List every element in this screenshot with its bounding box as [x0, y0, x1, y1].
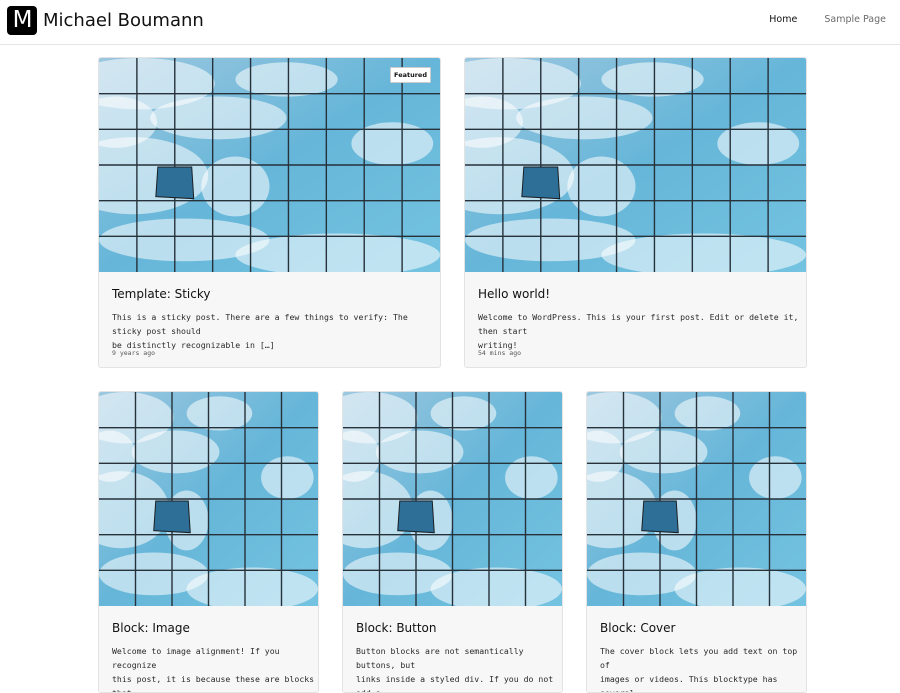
nav-item-home[interactable]: Home: [769, 14, 797, 25]
post-thumbnail[interactable]: [99, 392, 318, 606]
excerpt-line: Button blocks are not semantically butto…: [356, 646, 524, 670]
post-title[interactable]: Template: Sticky: [112, 287, 211, 301]
site-logo[interactable]: M: [7, 6, 37, 35]
site-title-link[interactable]: Michael Boumann: [43, 8, 204, 34]
excerpt-line: links inside a styled div. If you do not…: [356, 674, 554, 693]
site-header: M Michael Boumann Home Sample Page: [0, 0, 900, 45]
main-nav: Home Sample Page: [745, 14, 886, 25]
post-card[interactable]: Hello world! Welcome to WordPress. This …: [464, 57, 807, 368]
post-date: 54 mins ago: [478, 349, 522, 357]
post-excerpt: Button blocks are not semantically butto…: [356, 644, 562, 693]
featured-badge: Featured: [390, 67, 431, 83]
post-title[interactable]: Block: Button: [356, 621, 437, 635]
glass-facade-image: [587, 392, 806, 606]
post-excerpt: Welcome to WordPress. This is your first…: [478, 310, 806, 352]
post-title[interactable]: Block: Cover: [600, 621, 675, 635]
post-card[interactable]: Block: Image Welcome to image alignment!…: [98, 391, 319, 693]
glass-facade-image: [99, 58, 440, 272]
nav-item-sample-page[interactable]: Sample Page: [824, 14, 886, 25]
post-thumbnail[interactable]: [99, 58, 440, 272]
glass-facade-image: [99, 392, 318, 606]
post-thumbnail[interactable]: [587, 392, 806, 606]
glass-facade-image: [465, 58, 806, 272]
excerpt-line: The cover block lets you add text on top…: [600, 646, 798, 670]
post-title[interactable]: Block: Image: [112, 621, 190, 635]
excerpt-line: Welcome to WordPress. This is your first…: [478, 312, 799, 336]
excerpt-line: images or videos. This blocktype has sev…: [600, 674, 778, 693]
excerpt-line: Welcome to image alignment! If you recog…: [112, 646, 280, 670]
post-thumbnail[interactable]: [343, 392, 562, 606]
post-card[interactable]: Block: Button Button blocks are not sema…: [342, 391, 563, 693]
post-title[interactable]: Hello world!: [478, 287, 550, 301]
post-excerpt: Welcome to image alignment! If you recog…: [112, 644, 318, 693]
post-date: 9 years ago: [112, 349, 156, 357]
excerpt-line: This is a sticky post. There are a few t…: [112, 312, 408, 336]
excerpt-line: this post, it is because these are block…: [112, 674, 315, 693]
post-thumbnail[interactable]: [465, 58, 806, 272]
post-excerpt: The cover block lets you add text on top…: [600, 644, 806, 693]
post-excerpt: This is a sticky post. There are a few t…: [112, 310, 440, 352]
glass-facade-image: [343, 392, 562, 606]
post-card[interactable]: Block: Cover The cover block lets you ad…: [586, 391, 807, 693]
post-card[interactable]: Featured Template: Sticky This is a stic…: [98, 57, 441, 368]
